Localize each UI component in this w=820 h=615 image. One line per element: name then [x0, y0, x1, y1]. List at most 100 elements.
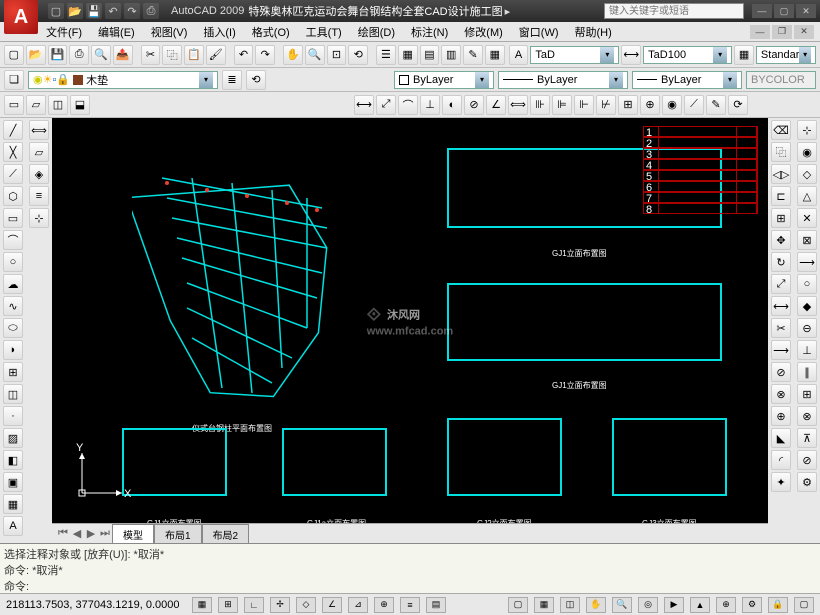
- tab-prev-icon[interactable]: ◀: [70, 527, 84, 541]
- color-dropdown[interactable]: ByLayer▾: [394, 71, 494, 89]
- clean-screen-icon[interactable]: ▢: [794, 597, 814, 613]
- explode-icon[interactable]: ✦: [771, 472, 791, 492]
- zoom-status-icon[interactable]: 🔍: [612, 597, 632, 613]
- osnap-settings-icon[interactable]: ⚙: [797, 472, 817, 492]
- markup-icon[interactable]: ✎: [463, 45, 483, 65]
- annotation-visibility-icon[interactable]: ⊕: [716, 597, 736, 613]
- menu-draw[interactable]: 绘图(D): [352, 22, 401, 42]
- dim-linear-icon[interactable]: ⟷: [354, 95, 374, 115]
- id-point-icon[interactable]: ⊹: [29, 208, 49, 228]
- stretch-icon[interactable]: ⟷: [771, 296, 791, 316]
- tool-palette-icon[interactable]: ▤: [420, 45, 440, 65]
- mtext-icon[interactable]: A: [3, 516, 23, 536]
- revcloud-icon[interactable]: ☁: [3, 274, 23, 294]
- grid-toggle[interactable]: ⊞: [218, 597, 238, 613]
- region-mass-icon[interactable]: ◈: [29, 164, 49, 184]
- dyn-toggle[interactable]: ⊕: [374, 597, 394, 613]
- inspect-icon[interactable]: ◉: [662, 95, 682, 115]
- text-style-dropdown[interactable]: TaD▾: [530, 46, 619, 64]
- temp-track-icon[interactable]: ⊹: [797, 120, 817, 140]
- pan-status-icon[interactable]: ✋: [586, 597, 606, 613]
- dim-space-icon[interactable]: ⊩: [574, 95, 594, 115]
- wheel-icon[interactable]: ◎: [638, 597, 658, 613]
- dim-edit-icon[interactable]: ✎: [706, 95, 726, 115]
- menu-file[interactable]: 文件(F): [40, 22, 88, 42]
- snap-tan-icon[interactable]: ⊖: [797, 318, 817, 338]
- table-icon[interactable]: ▦: [3, 494, 23, 514]
- dim-update-icon[interactable]: ⟳: [728, 95, 748, 115]
- break-icon[interactable]: ⊗: [771, 384, 791, 404]
- close-button[interactable]: ✕: [796, 4, 816, 18]
- quick-view-layouts-icon[interactable]: ▦: [534, 597, 554, 613]
- dim-continue-icon[interactable]: ⊫: [552, 95, 572, 115]
- rectangle-icon[interactable]: ▭: [3, 208, 23, 228]
- point-icon[interactable]: ·: [3, 406, 23, 426]
- snap-cen-icon[interactable]: ○: [797, 274, 817, 294]
- draworder-above-icon[interactable]: ◫: [48, 95, 68, 115]
- snap-ins-icon[interactable]: ⊞: [797, 384, 817, 404]
- snap-qua-icon[interactable]: ◆: [797, 296, 817, 316]
- qat-new-icon[interactable]: ▢: [48, 3, 64, 19]
- extend-icon[interactable]: ⟶: [771, 340, 791, 360]
- draworder-front-icon[interactable]: ▭: [4, 95, 24, 115]
- app-menu-button[interactable]: A: [4, 0, 38, 34]
- quick-view-drawings-icon[interactable]: ◫: [560, 597, 580, 613]
- gradient-icon[interactable]: ◧: [3, 450, 23, 470]
- dim-radius-icon[interactable]: ◐: [442, 95, 462, 115]
- snap-int-icon[interactable]: ✕: [797, 208, 817, 228]
- qp-toggle[interactable]: ▤: [426, 597, 446, 613]
- menu-insert[interactable]: 插入(I): [197, 22, 241, 42]
- table-style-icon[interactable]: ▦: [734, 45, 754, 65]
- mirror-icon[interactable]: ◁▷: [771, 164, 791, 184]
- zoom-window-icon[interactable]: ⊡: [327, 45, 347, 65]
- tolerance-icon[interactable]: ⊞: [618, 95, 638, 115]
- dim-break-icon[interactable]: ⊬: [596, 95, 616, 115]
- model-toggle[interactable]: ▢: [508, 597, 528, 613]
- paste-icon[interactable]: 📋: [184, 45, 204, 65]
- polar-toggle[interactable]: ✢: [270, 597, 290, 613]
- dim-ordinate-icon[interactable]: ⊥: [420, 95, 440, 115]
- lineweight-dropdown[interactable]: ByLayer▾: [632, 71, 742, 89]
- spline-icon[interactable]: ∿: [3, 296, 23, 316]
- menu-modify[interactable]: 修改(M): [458, 22, 509, 42]
- zoom-realtime-icon[interactable]: 🔍: [305, 45, 325, 65]
- draworder-below-icon[interactable]: ⬓: [70, 95, 90, 115]
- menu-view[interactable]: 视图(V): [145, 22, 194, 42]
- center-mark-icon[interactable]: ⊕: [640, 95, 660, 115]
- offset-icon[interactable]: ⊏: [771, 186, 791, 206]
- region-icon[interactable]: ▣: [3, 472, 23, 492]
- tab-next-icon[interactable]: ▶: [84, 527, 98, 541]
- dim-baseline-icon[interactable]: ⊪: [530, 95, 550, 115]
- erase-icon[interactable]: ⌫: [771, 120, 791, 140]
- dim-quick-icon[interactable]: ⟺: [508, 95, 528, 115]
- layer-dropdown[interactable]: ◉☀▫🔒 木垫 ▾: [28, 71, 218, 89]
- ellipse-arc-icon[interactable]: ◗: [3, 340, 23, 360]
- menu-window[interactable]: 窗口(W): [513, 22, 565, 42]
- menu-help[interactable]: 帮助(H): [569, 22, 618, 42]
- annotation-scale-icon[interactable]: ▲: [690, 597, 710, 613]
- xline-icon[interactable]: ╳: [3, 142, 23, 162]
- ortho-toggle[interactable]: ∟: [244, 597, 264, 613]
- menu-tools[interactable]: 工具(T): [300, 22, 348, 42]
- redo-icon[interactable]: ↷: [255, 45, 275, 65]
- qat-redo-icon[interactable]: ↷: [124, 3, 140, 19]
- fillet-icon[interactable]: ◜: [771, 450, 791, 470]
- list-icon[interactable]: ≡: [29, 186, 49, 206]
- match-props-icon[interactable]: 🖌: [206, 45, 226, 65]
- move-icon[interactable]: ✥: [771, 230, 791, 250]
- dim-style-dropdown[interactable]: TaD100▾: [643, 46, 732, 64]
- properties-icon[interactable]: ☰: [376, 45, 396, 65]
- new-icon[interactable]: ▢: [4, 45, 24, 65]
- design-center-icon[interactable]: ▦: [398, 45, 418, 65]
- doc-close-button[interactable]: ✕: [794, 25, 814, 39]
- tab-last-icon[interactable]: ⏭: [98, 527, 112, 541]
- snap-par-icon[interactable]: ∥: [797, 362, 817, 382]
- preview-icon[interactable]: 🔍: [91, 45, 111, 65]
- text-style-icon[interactable]: A: [509, 45, 529, 65]
- dim-angular-icon[interactable]: ∠: [486, 95, 506, 115]
- snap-ext-icon[interactable]: ⟶: [797, 252, 817, 272]
- workspace-switch-icon[interactable]: ⚙: [742, 597, 762, 613]
- menu-dimension[interactable]: 标注(N): [405, 22, 454, 42]
- zoom-previous-icon[interactable]: ⟲: [348, 45, 368, 65]
- snap-per-icon[interactable]: ⊥: [797, 340, 817, 360]
